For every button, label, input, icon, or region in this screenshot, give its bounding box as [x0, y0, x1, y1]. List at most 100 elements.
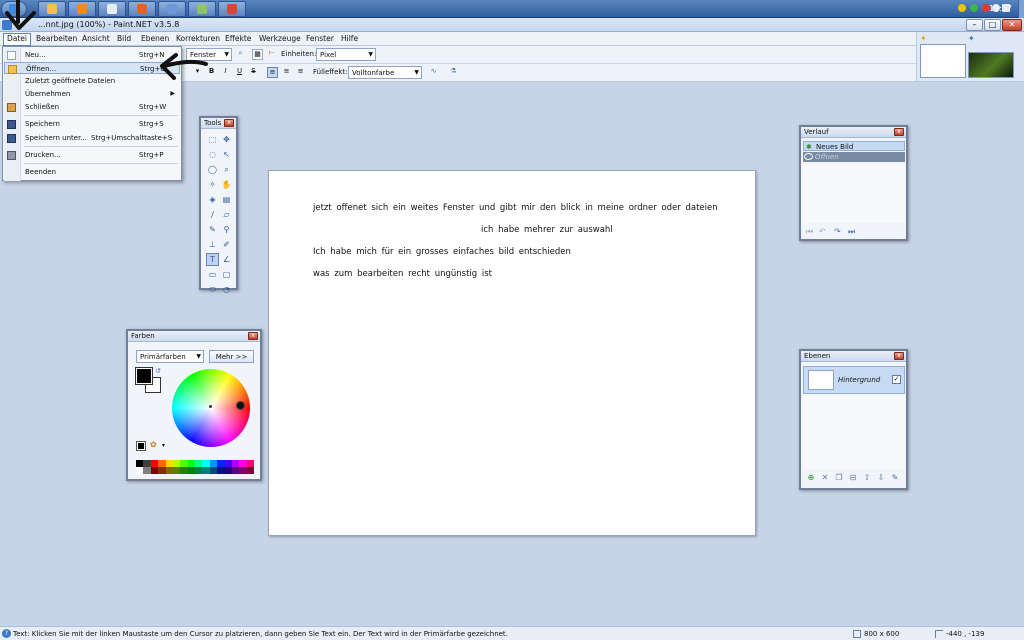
minimize-button[interactable]: –	[966, 19, 983, 31]
rewind-icon[interactable]: ⏮	[806, 227, 813, 237]
more-button[interactable]: Mehr >>	[209, 350, 254, 363]
align-right-icon[interactable]: ≡	[295, 67, 306, 78]
recolor-icon[interactable]: ✐	[220, 238, 233, 251]
palette-swatch[interactable]	[209, 460, 218, 467]
freeform-shape-icon[interactable]: ◔	[220, 283, 233, 296]
close-button[interactable]: ✕	[1002, 19, 1022, 31]
palette-swatch[interactable]	[217, 460, 225, 467]
taskbar-button[interactable]	[218, 1, 246, 17]
gradient-icon[interactable]: ▤	[220, 193, 233, 206]
chevron-down-icon[interactable]: ▾	[162, 442, 165, 449]
taskbar-button[interactable]	[188, 1, 216, 17]
palette-swatch[interactable]	[172, 467, 181, 474]
close-icon[interactable]: x	[894, 128, 904, 136]
image-canvas[interactable]: jetzt offenet sich ein weites Fenster un…	[268, 170, 756, 536]
palette-swatch[interactable]	[143, 467, 151, 474]
taskbar-button[interactable]	[68, 1, 96, 17]
taskbar-button[interactable]	[98, 1, 126, 17]
palette-swatch[interactable]	[165, 460, 173, 467]
palette-swatch[interactable]	[231, 460, 240, 467]
antialias-icon[interactable]: ∿	[428, 67, 439, 78]
fast-forward-icon[interactable]: ⏭	[848, 227, 855, 237]
ellipse-select-icon[interactable]: ◯	[206, 163, 219, 176]
line-curve-icon[interactable]: ∠	[220, 253, 233, 266]
taskbar-button[interactable]	[158, 1, 186, 17]
grid-icon[interactable]: ▦	[252, 49, 263, 60]
image-tab-other[interactable]	[968, 52, 1014, 78]
tools-panel-header[interactable]: Tools x	[201, 118, 236, 129]
palette-menu-icon[interactable]: ✿	[150, 440, 157, 449]
history-item-new-image[interactable]: ✱ Neues Bild	[803, 141, 905, 151]
lasso-icon[interactable]: ◌	[206, 148, 219, 161]
close-icon[interactable]: x	[248, 332, 258, 340]
palette-swatch[interactable]	[239, 460, 247, 467]
ellipse-icon[interactable]: ⬭	[206, 283, 219, 296]
undo-icon[interactable]: ↶	[819, 227, 826, 236]
magic-wand-icon[interactable]: ✧	[206, 178, 219, 191]
zoom-tool-icon[interactable]: ⌕	[220, 163, 233, 176]
colors-panel-header[interactable]: Farben x	[128, 331, 260, 342]
menu-ebenen[interactable]: Ebenen	[138, 34, 172, 43]
redo-icon[interactable]: ↷	[834, 227, 841, 236]
menu-item-save-as[interactable]: Speichern unter... Strg+Umschalttaste+S	[4, 132, 180, 144]
palette-swatch[interactable]	[246, 467, 254, 474]
menu-item-recent-files[interactable]: Zuletzt geöffnete Dateien	[4, 75, 180, 87]
menu-item-open[interactable]: Öffnen... Strg+O	[4, 62, 180, 74]
palette-swatch[interactable]	[180, 467, 188, 474]
primary-color-swatch[interactable]	[135, 367, 153, 385]
palette-swatch[interactable]	[187, 460, 195, 467]
palette-swatch[interactable]	[180, 460, 188, 467]
pan-icon[interactable]: ✋	[220, 178, 233, 191]
menu-ansicht[interactable]: Ansicht	[79, 34, 113, 43]
palette-swatch[interactable]	[158, 467, 166, 474]
menu-werkzeuge[interactable]: Werkzeuge	[256, 34, 304, 43]
close-icon[interactable]: x	[224, 119, 234, 127]
history-item-open[interactable]: Öffnen	[803, 152, 905, 162]
clone-stamp-icon[interactable]: ⊥	[206, 238, 219, 251]
show-desktop-button[interactable]	[1018, 0, 1024, 18]
color-picker-icon[interactable]: ⚲	[220, 223, 233, 236]
tray-star-icon[interactable]	[958, 4, 966, 12]
underline-button[interactable]: U	[234, 67, 245, 78]
palette-swatch[interactable]	[187, 467, 195, 474]
move-selection-icon[interactable]: ✥	[220, 133, 233, 146]
palette-swatch[interactable]	[239, 467, 247, 474]
italic-button[interactable]: I	[220, 67, 231, 78]
menu-item-save[interactable]: Speichern Strg+S	[4, 118, 180, 130]
palette-swatch[interactable]	[158, 460, 166, 467]
menu-item-new[interactable]: Neu... Strg+N	[4, 49, 180, 61]
palette-swatch[interactable]	[246, 460, 254, 467]
rectangle-select-icon[interactable]: ⬚	[206, 133, 219, 146]
menu-effekte[interactable]: Effekte	[222, 34, 254, 43]
delete-layer-icon[interactable]: ✕	[820, 473, 830, 483]
menu-item-print[interactable]: Drucken... Strg+P	[4, 149, 180, 161]
merge-layer-icon[interactable]: ⊟	[848, 473, 858, 483]
align-left-icon[interactable]: ≡	[267, 67, 278, 78]
menu-item-close[interactable]: Schließen Strg+W	[4, 101, 180, 113]
close-icon[interactable]: x	[894, 352, 904, 360]
palette-swatch[interactable]	[195, 467, 203, 474]
image-tab-active[interactable]	[920, 44, 966, 78]
zoom-icon[interactable]: ⌕	[235, 49, 246, 60]
layers-panel-header[interactable]: Ebenen x	[801, 351, 906, 362]
rectangle-icon[interactable]: ▭	[206, 268, 219, 281]
palette-swatch[interactable]	[224, 460, 232, 467]
palette-swatch[interactable]	[195, 460, 203, 467]
palette-swatch[interactable]	[143, 460, 151, 467]
fill-combo[interactable]: Volltonfarbe ▼	[348, 66, 422, 79]
palette-swatch[interactable]	[150, 467, 159, 474]
layer-properties-icon[interactable]: ✎	[890, 473, 900, 483]
color-mode-combo[interactable]: Primärfarben ▼	[136, 350, 204, 363]
color-wheel-marker[interactable]	[236, 401, 245, 410]
taskbar-button[interactable]	[38, 1, 66, 17]
menu-fenster[interactable]: Fenster	[303, 34, 337, 43]
move-layer-down-icon[interactable]: ⇩	[876, 473, 886, 483]
units-combo[interactable]: Pixel ▼	[316, 48, 376, 61]
tray-security-icon[interactable]	[970, 4, 978, 12]
swap-colors-icon[interactable]: ↺	[155, 367, 161, 375]
palette-swatch[interactable]	[209, 467, 218, 474]
palette-swatch[interactable]	[165, 467, 173, 474]
palette-swatch[interactable]	[202, 460, 210, 467]
palette-swatch[interactable]	[136, 467, 144, 474]
reset-colors-icon[interactable]	[136, 441, 146, 451]
